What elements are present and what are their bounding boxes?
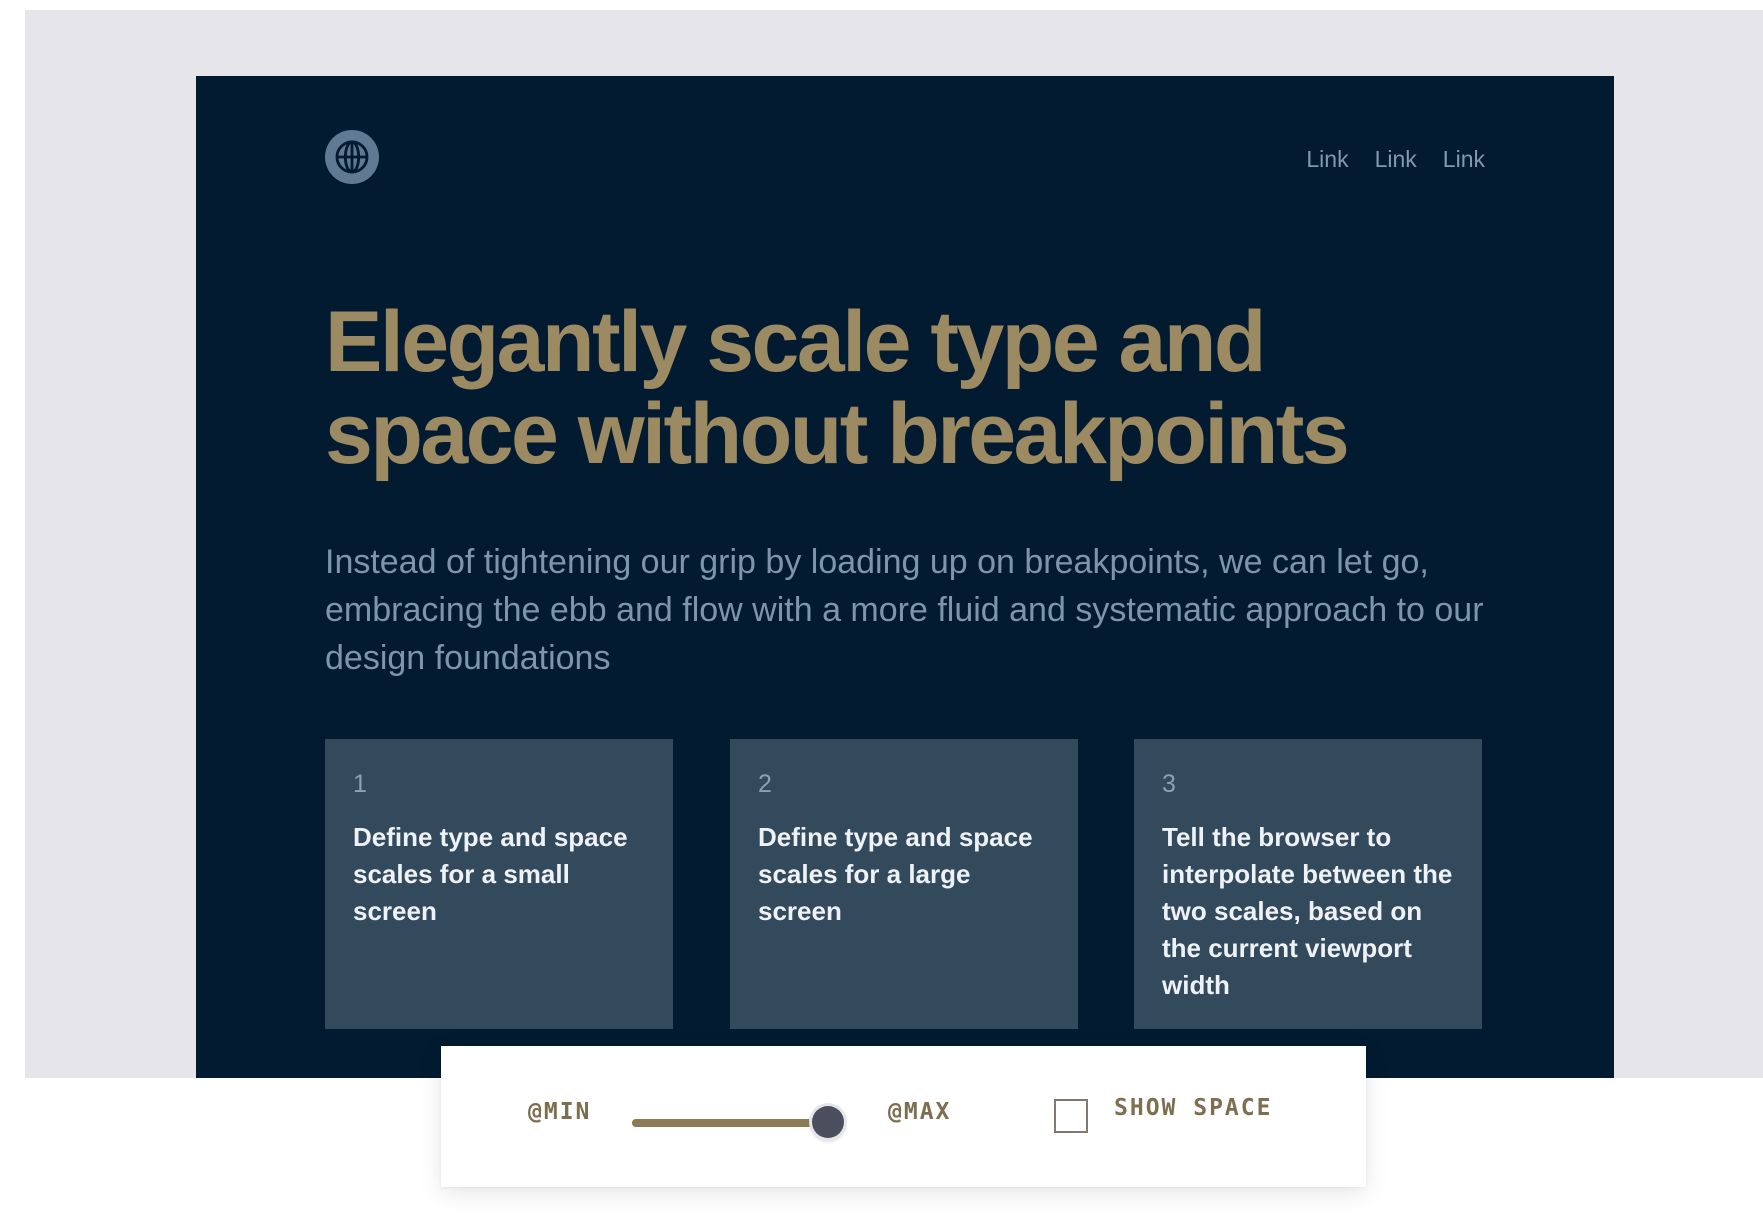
min-label: @MIN — [528, 1099, 592, 1125]
nav-link-2[interactable]: Link — [1375, 146, 1417, 173]
step-text: Define type and space scales for a small… — [353, 822, 628, 926]
viewport-slider-track[interactable] — [632, 1119, 828, 1127]
viewport-slider-thumb[interactable] — [812, 1106, 844, 1138]
lead-paragraph: Instead of tightening our grip by loadin… — [325, 543, 1484, 677]
step-text: Tell the browser to interpolate between … — [1162, 822, 1453, 1000]
step-card-1: 1 Define type and space scales for a sma… — [325, 739, 673, 1029]
nav-link-1[interactable]: Link — [1306, 146, 1348, 173]
viewport-slider-fill — [632, 1119, 828, 1127]
hero-section: Link Link Link Elegantly scale type and … — [196, 76, 1614, 1078]
step-card-2: 2 Define type and space scales for a lar… — [730, 739, 1078, 1029]
step-card-3: 3 Tell the browser to interpolate betwee… — [1134, 739, 1482, 1029]
top-nav: Link Link Link — [1306, 146, 1485, 173]
step-text: Define type and space scales for a large… — [758, 822, 1033, 926]
show-space-label[interactable]: SHOW SPACE — [1114, 1095, 1272, 1121]
step-number: 3 — [1162, 770, 1176, 798]
show-space-checkbox[interactable] — [1054, 1099, 1088, 1133]
nav-link-3[interactable]: Link — [1443, 146, 1485, 173]
page-title: Elegantly scale type and space without b… — [325, 294, 1350, 482]
globe-icon[interactable] — [325, 130, 379, 184]
step-number: 1 — [353, 770, 367, 798]
max-label: @MAX — [888, 1099, 952, 1125]
control-panel: @MIN @MAX SHOW SPACE — [441, 1046, 1366, 1187]
step-number: 2 — [758, 770, 772, 798]
